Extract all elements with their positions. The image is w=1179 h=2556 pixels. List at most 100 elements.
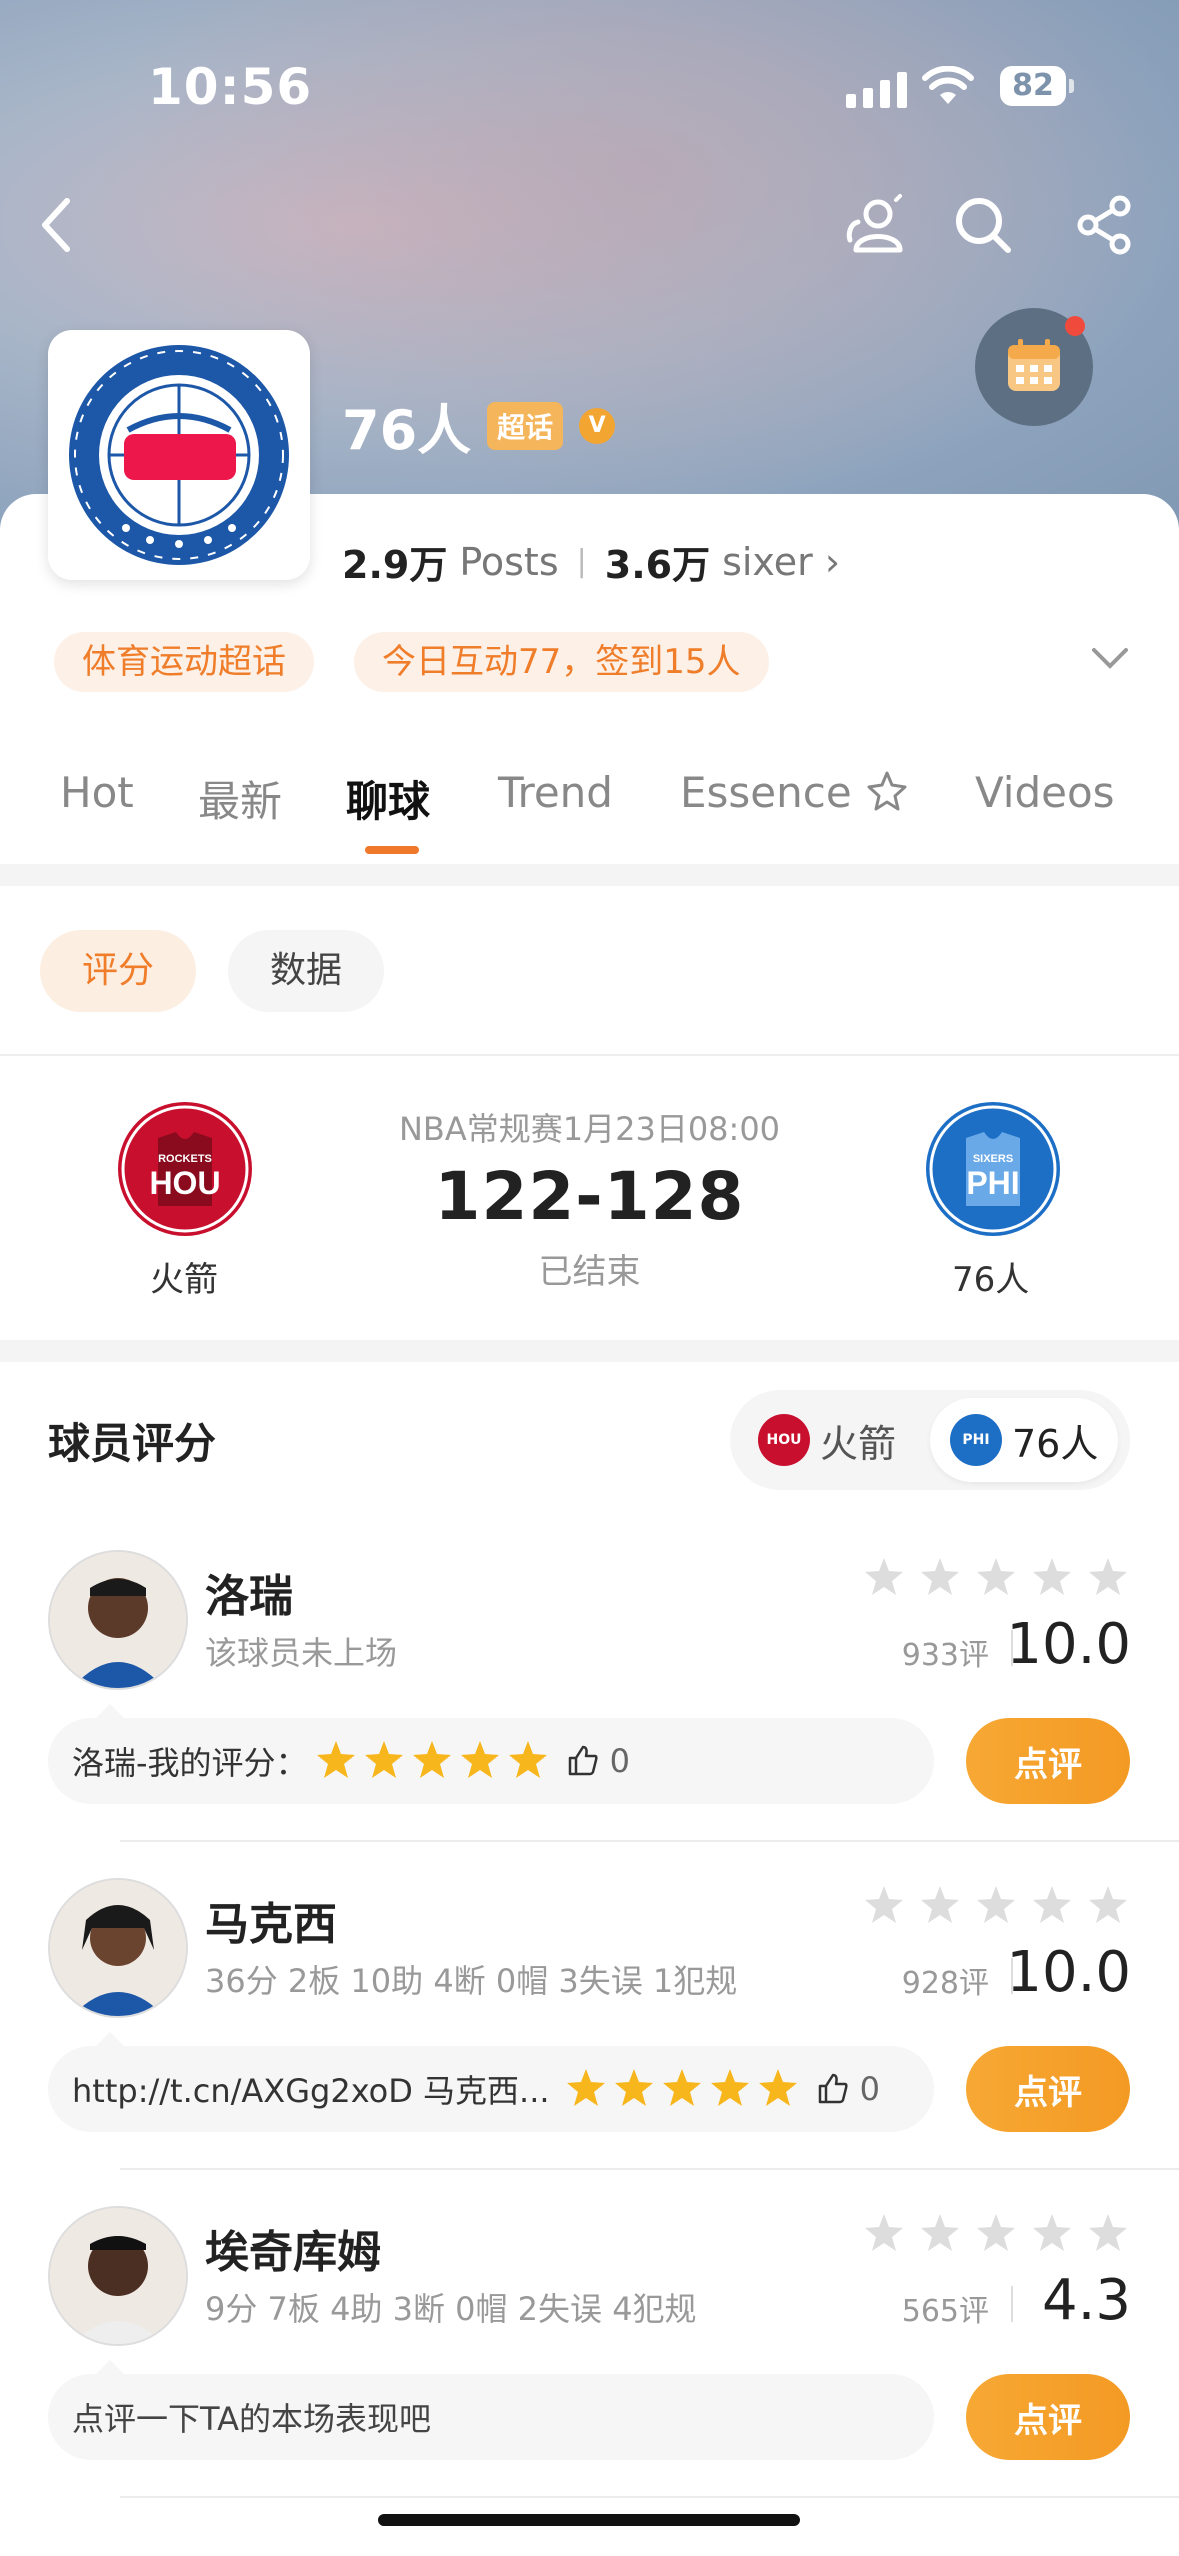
notification-dot (1065, 316, 1085, 336)
comment-bubble[interactable]: 洛瑞-我的评分： 0 (48, 1704, 934, 1804)
signal-icon (846, 72, 907, 108)
status-bar: 10:56 82 (0, 52, 1179, 122)
share-icon (1077, 195, 1131, 255)
category-tag[interactable]: 体育运动超话 (54, 632, 314, 692)
team-logo-card[interactable] (48, 330, 310, 580)
user-star-icons (566, 2069, 797, 2106)
rate-button[interactable]: 点评 (966, 1718, 1130, 1804)
star-icons (865, 2214, 1127, 2251)
rating-count: 928评 (901, 1966, 989, 2001)
comment-text: 洛瑞-我的评分： (72, 1744, 308, 1782)
bubble-tail (96, 2360, 124, 2374)
stats-separator: | (576, 544, 587, 579)
verified-badge: V (579, 407, 616, 444)
player-avatar (48, 1550, 188, 1690)
group-users-icon (846, 194, 903, 253)
tab-trend[interactable]: Trend (498, 768, 613, 817)
rating-score: 10.0 (1006, 1940, 1131, 2005)
player-statline: 9分 7板 4助 3断 0帽 2失误 4犯规 (205, 2290, 697, 2328)
team-switch: HOU 火箭 PHI 76人 (730, 1390, 1130, 1490)
fans-link[interactable]: sixer › (722, 540, 840, 584)
divider-line (1011, 2286, 1013, 2322)
section-separator (0, 864, 1179, 886)
thumbs-up-icon[interactable] (566, 1744, 600, 1778)
share-button[interactable] (1070, 190, 1140, 260)
player-photo (50, 1880, 186, 2016)
top-nav (0, 190, 1179, 270)
rate-button[interactable]: 点评 (966, 2046, 1130, 2132)
star-icons (865, 1886, 1127, 1923)
player-name: 马克西 (205, 1899, 337, 1950)
team-stats: 2.9万 Posts | 3.6万 sixer › (342, 534, 840, 589)
away-team-logo: SIXERS PHI (926, 1102, 1060, 1236)
switch-home-label: 火箭 (820, 1421, 897, 1466)
sixers-jersey-logo-icon: SIXERS PHI (929, 1105, 1057, 1233)
player-statline: 该球员未上场 (205, 1634, 398, 1672)
player-photo (50, 2208, 186, 2344)
rate-button[interactable]: 点评 (966, 2374, 1130, 2460)
comment-text: http://t.cn/AXGg2xoD 马克西... (72, 2072, 550, 2110)
row-divider (120, 2168, 1179, 2170)
like-count: 0 (609, 1742, 630, 1780)
tab-latest[interactable]: 最新 (198, 768, 282, 829)
calendar-icon (1008, 339, 1060, 391)
search-icon (956, 198, 1011, 253)
star-icons (865, 1558, 1127, 1595)
tab-videos[interactable]: Videos (975, 768, 1115, 817)
svg-text:PHI: PHI (966, 1165, 1019, 1201)
svg-text:SIXERS: SIXERS (973, 1153, 1013, 1165)
player-avatar (48, 2206, 188, 2346)
sparkle-icon (867, 771, 907, 811)
switch-home[interactable]: HOU 火箭 (738, 1398, 916, 1482)
channel-tabs: Hot 最新 聊球 Trend Essence Videos (0, 768, 1179, 858)
player-statline: 36分 2板 10助 4断 0帽 3失误 1犯规 (205, 1962, 738, 2000)
back-button[interactable] (22, 190, 92, 260)
player-photo (50, 1552, 186, 1688)
player-row[interactable]: 埃奇库姆 9分 7板 4助 3断 0帽 2失误 4犯规 565评 4.3 点评一… (0, 2206, 1179, 2536)
tab-hot[interactable]: Hot (60, 768, 134, 817)
thumbs-up-icon[interactable] (816, 2072, 850, 2106)
filter-rating[interactable]: 评分 (40, 930, 197, 1012)
comment-bubble[interactable]: http://t.cn/AXGg2xoD 马克西... 0 (48, 2032, 934, 2132)
search-button[interactable] (948, 190, 1018, 260)
members-button[interactable] (842, 190, 912, 260)
row-divider (120, 1840, 1179, 1842)
back-arrow-icon (42, 198, 70, 252)
player-row[interactable]: 马克西 36分 2板 10助 4断 0帽 3失误 1犯规 928评 10.0 h… (0, 1878, 1179, 2208)
user-star-icons (316, 1741, 547, 1778)
switch-away[interactable]: PHI 76人 (930, 1398, 1119, 1482)
section-separator (0, 1340, 1179, 1362)
status-time: 10:56 (148, 58, 313, 116)
rating-count: 933评 (901, 1638, 989, 1673)
wifi-icon (922, 66, 974, 104)
match-card[interactable]: ROCKETS HOU 火箭 NBA常规赛1月23日08:00 122-128 … (0, 1058, 1179, 1338)
player-row[interactable]: 洛瑞 该球员未上场 933评 10.0 洛瑞-我的评分： 0 点评 (0, 1550, 1179, 1880)
super-topic-badge: 超话 (487, 401, 564, 450)
rating-stars[interactable] (862, 1556, 1132, 1600)
chevron-right-icon: › (824, 539, 841, 584)
sixers-logo-icon (69, 345, 289, 565)
rating-stars[interactable] (862, 1884, 1132, 1928)
sixers-mini-icon: PHI (950, 1414, 1002, 1466)
tab-essence[interactable]: Essence (680, 768, 909, 817)
rating-score: 4.3 (1041, 2268, 1131, 2333)
tab-chat[interactable]: 聊球 (346, 768, 430, 829)
player-name: 埃奇库姆 (205, 2227, 381, 2278)
rating-stars[interactable] (862, 2212, 1132, 2256)
posts-count: 2.9万 (342, 543, 448, 587)
bubble-tail (96, 1704, 124, 1718)
rockets-mini-icon: HOU (758, 1414, 810, 1466)
team-name-text: 76人 (342, 399, 472, 462)
fans-count: 3.6万 (604, 543, 711, 587)
posts-label: Posts (459, 539, 559, 584)
checkin-info-tag[interactable]: 今日互动77，签到15人 (354, 632, 769, 692)
chevron-down-icon (1092, 648, 1128, 669)
checkin-calendar-button[interactable] (975, 308, 1093, 426)
comment-input[interactable]: 点评一下TA的本场表现吧 (48, 2360, 934, 2460)
filter-data[interactable]: 数据 (228, 930, 385, 1012)
rating-score: 10.0 (1006, 1612, 1131, 1677)
expand-button[interactable] (1090, 646, 1130, 674)
ratings-title: 球员评分 (48, 1419, 217, 1468)
divider-line (0, 1054, 1179, 1056)
away-team-name: 76人 (952, 1260, 1030, 1300)
